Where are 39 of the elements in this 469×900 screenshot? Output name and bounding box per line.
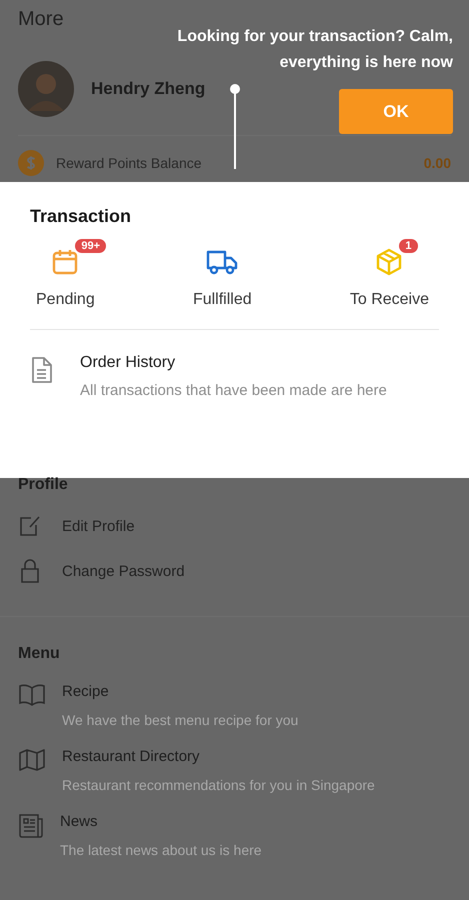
menu-item[interactable]: Restaurant Directory Restaurant recommendations for you in Singapore xyxy=(18,748,451,793)
box-icon xyxy=(375,248,404,276)
item-title: Order History xyxy=(80,354,176,372)
profile-item[interactable]: Change Password xyxy=(18,558,451,584)
section-title: Menu xyxy=(18,645,61,663)
lock-icon xyxy=(18,558,42,584)
count-badge: 1 xyxy=(399,239,418,253)
map-icon xyxy=(18,748,46,772)
section-title: Profile xyxy=(18,476,69,494)
item-description: All transactions that have been made are here xyxy=(80,381,388,401)
profile-item[interactable]: Edit Profile xyxy=(18,514,451,538)
menu-item[interactable]: News The latest news about us is here xyxy=(18,813,451,858)
avatar xyxy=(18,61,74,117)
item-description: Restaurant recommendations for you in Singapore xyxy=(62,777,375,793)
status-tab[interactable]: 99+ Pending xyxy=(18,237,113,309)
coin-icon xyxy=(18,150,44,176)
edit-icon xyxy=(18,514,42,538)
item-title: Recipe xyxy=(62,683,110,700)
book-icon xyxy=(18,683,46,707)
status-tab[interactable]: 1 To Receive xyxy=(332,237,447,309)
document-icon xyxy=(30,356,54,384)
item-description: We have the best menu recipe for you xyxy=(62,712,298,728)
coach-message: Looking for your transaction? Calm, everything is here now xyxy=(176,27,453,73)
item-title: Restaurant Directory xyxy=(62,748,201,765)
truck-icon xyxy=(206,248,238,276)
ok-button[interactable]: OK xyxy=(339,89,453,134)
user-name: Hendry Zheng xyxy=(91,79,206,99)
item-title: News xyxy=(60,813,99,830)
calendar-icon xyxy=(51,248,80,276)
section-title: Transaction xyxy=(30,206,132,227)
order-history-item[interactable]: Order History All transactions that have been made are here xyxy=(30,330,439,406)
item-description: The latest news about us is here xyxy=(60,842,262,858)
reward-value: 0.00 xyxy=(424,155,451,171)
page-title: More xyxy=(18,7,65,31)
newspaper-icon xyxy=(18,813,44,839)
reward-label: Reward Points Balance xyxy=(56,155,203,171)
count-badge: 99+ xyxy=(75,239,106,253)
status-tab[interactable]: Fullfilled xyxy=(174,237,270,309)
menu-item[interactable]: Recipe We have the best menu recipe for you xyxy=(18,683,451,728)
